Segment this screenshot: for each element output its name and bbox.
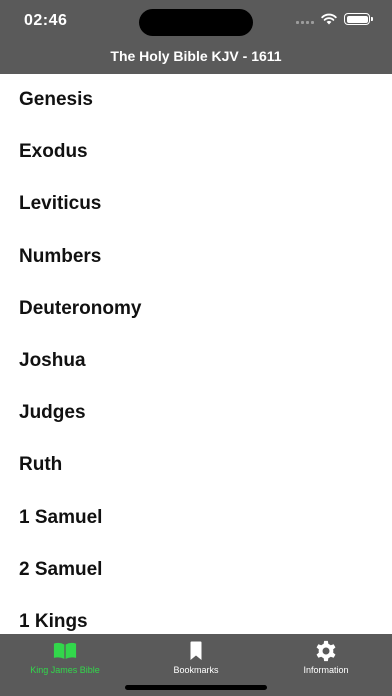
list-item[interactable]: Leviticus — [0, 178, 392, 230]
list-item[interactable]: Numbers — [0, 231, 392, 283]
list-item[interactable]: Exodus — [0, 126, 392, 178]
list-item[interactable]: Genesis — [0, 74, 392, 126]
cellular-signal-icon — [296, 14, 314, 24]
tab-bookmarks[interactable]: Bookmarks — [131, 634, 261, 678]
status-time: 02:46 — [24, 12, 68, 29]
wifi-icon — [321, 13, 337, 25]
list-item[interactable]: 2 Samuel — [0, 544, 392, 596]
nav-title: The Holy Bible KJV - 1611 — [110, 48, 282, 64]
open-book-icon — [53, 639, 77, 663]
gear-icon — [314, 639, 338, 663]
app-screen: 02:46 The Holy Bible KJV - 1611 Genesis … — [0, 0, 392, 696]
list-item[interactable]: 1 Kings — [0, 596, 392, 634]
book-list[interactable]: Genesis Exodus Leviticus Numbers Deutero… — [0, 74, 392, 634]
tab-label: Information — [303, 665, 349, 675]
list-item[interactable]: Judges — [0, 387, 392, 439]
list-item[interactable]: 1 Samuel — [0, 492, 392, 544]
bookmark-icon — [184, 639, 208, 663]
tab-information[interactable]: Information — [261, 634, 391, 678]
home-indicator[interactable] — [125, 685, 267, 690]
battery-icon — [344, 13, 373, 25]
tab-king-james-bible[interactable]: King James Bible — [0, 634, 130, 678]
tab-label: King James Bible — [30, 665, 100, 675]
tab-label: Bookmarks — [173, 665, 219, 675]
status-icons — [296, 13, 373, 25]
header-bar: 02:46 The Holy Bible KJV - 1611 — [0, 0, 392, 74]
list-item[interactable]: Ruth — [0, 439, 392, 491]
list-item[interactable]: Joshua — [0, 335, 392, 387]
list-item[interactable]: Deuteronomy — [0, 283, 392, 335]
dynamic-island — [139, 9, 253, 36]
